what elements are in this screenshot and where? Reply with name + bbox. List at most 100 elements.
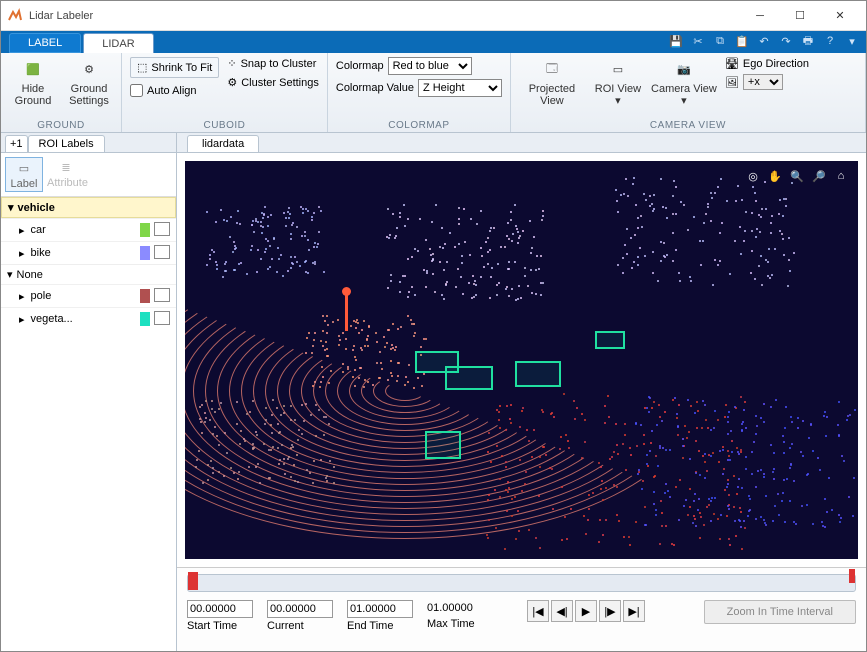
projected-view-button[interactable]: 🗔 Projected View [519,57,585,107]
save-icon[interactable]: 💾 [668,33,684,49]
add-label-tab[interactable]: +1 [5,135,28,152]
label-icon: ▭ [6,158,42,178]
time-slider[interactable] [187,574,856,592]
gear-icon: ⚙ [77,57,101,81]
cuboid-icon [156,224,170,236]
minimize-button[interactable]: ─ [740,2,780,30]
camera-icon: 📷 [672,57,696,81]
toolstrip: 🟩 Hide Ground ⚙ Ground Settings GROUND ⬚… [1,53,866,133]
max-time-label: Max Time [427,618,475,630]
zoom-out-icon[interactable]: 🔎 [810,167,828,185]
cuboid-icon [156,247,170,259]
label-tree: ▾ vehicle ▸ car ▸ bike ▾ None ▸ pole [1,197,176,651]
group-ground: 🟩 Hide Ground ⚙ Ground Settings GROUND [1,53,122,132]
expand-icon: ▸ [19,224,25,237]
label-item-car[interactable]: ▸ car [1,218,176,241]
colormap-value-label: Colormap Value [336,82,414,94]
matlab-icon [7,8,23,24]
step-forward-button[interactable]: |▶ [599,600,621,622]
titlebar: Lidar Labeler ─ ☐ ✕ [1,1,866,31]
roi-view-button[interactable]: ▭ ROI View ▾ [593,57,643,107]
group-colormap: Colormap Red to blue Colormap Value Z He… [328,53,511,132]
projected-view-icon: 🗔 [540,57,564,81]
window-title: Lidar Labeler [29,10,740,22]
chevron-down-icon: ▾ [681,95,687,107]
expand-icon: ▸ [19,313,25,326]
roi-view-icon: ▭ [606,57,630,81]
axes-icon: 🖼 [725,76,739,89]
viewer-panel: lidardata ◎ ✋ 🔍 🔎 ⌂ [177,133,866,651]
roi-labels-tab[interactable]: ROI Labels [28,135,105,152]
label-mode-button[interactable]: ▭ Label [5,157,43,192]
attribute-icon: ≣ [47,157,85,177]
camera-view-button[interactable]: 📷 Camera View ▾ [651,57,717,107]
ego-direction-label: 🛣 Ego Direction [725,57,809,70]
undo-icon[interactable]: ↶ [756,33,772,49]
slider-thumb[interactable] [188,572,198,590]
end-time-input[interactable] [347,600,413,618]
roi-labels-panel: +1 ROI Labels ▭ Label ≣ Attribute ▾ vehi… [1,133,177,651]
cluster-icon: ⁘ [227,57,236,70]
ego-icon: 🛣 [725,57,739,70]
copy-icon[interactable]: ⧉ [712,33,728,49]
tab-lidar[interactable]: LIDAR [83,33,153,53]
color-swatch [140,289,150,303]
point-cloud-view[interactable]: ◎ ✋ 🔍 🔎 ⌂ [185,161,858,559]
hide-ground-icon: 🟩 [21,57,45,81]
cut-icon[interactable]: ✂ [690,33,706,49]
start-time-input[interactable] [187,600,253,618]
end-time-label: End Time [347,620,393,632]
hide-ground-button[interactable]: 🟩 Hide Ground [9,57,57,107]
home-icon[interactable]: ⌂ [832,167,850,185]
group-camera-view: 🗔 Projected View ▭ ROI View ▾ 📷 Camera V… [511,53,866,132]
snap-to-cluster-button[interactable]: ⁘ Snap to Cluster [227,57,319,70]
ground-settings-button[interactable]: ⚙ Ground Settings [65,57,113,107]
quick-access-toolbar: 💾 ✂ ⧉ 📋 ↶ ↷ 🖶 ? ▾ [668,33,860,49]
label-item-vegetation[interactable]: ▸ vegeta... [1,307,176,330]
collapse-icon: ▾ [7,268,13,281]
current-time-input[interactable] [267,600,333,618]
expand-icon: ▸ [19,247,25,260]
colormap-value-select[interactable]: Z Height [418,79,502,97]
help-icon[interactable]: ? [822,33,838,49]
label-item-pole[interactable]: ▸ pole [1,284,176,307]
shrink-to-fit-button[interactable]: ⬚ Shrink To Fit [130,57,219,78]
orbit-icon[interactable]: ◎ [744,167,762,185]
max-time-value: 01.00000 [427,600,493,616]
viewer-tab[interactable]: lidardata [187,135,259,152]
collapse-icon: ▾ [8,201,14,214]
close-button[interactable]: ✕ [820,2,860,30]
menu-icon[interactable]: ▾ [844,33,860,49]
chevron-down-icon: ▾ [615,95,621,107]
timeline-panel: Start Time Current End Time 01.00000 Max… [177,567,866,651]
step-back-button[interactable]: ◀| [551,600,573,622]
attribute-mode-button[interactable]: ≣ Attribute [47,157,85,192]
color-swatch [140,312,150,326]
gear-icon: ⚙ [227,76,237,89]
expand-icon: ▸ [19,290,25,303]
ego-direction-select[interactable]: +x [743,74,783,90]
cluster-settings-button[interactable]: ⚙ Cluster Settings [227,76,319,89]
slider-end-flag[interactable] [849,569,855,583]
maximize-button[interactable]: ☐ [780,2,820,30]
color-swatch [140,246,150,260]
pan-icon[interactable]: ✋ [766,167,784,185]
label-item-bike[interactable]: ▸ bike [1,241,176,264]
shrink-icon: ⬚ [137,61,147,74]
goto-start-button[interactable]: |◀ [527,600,549,622]
colormap-select[interactable]: Red to blue [388,57,472,75]
print-icon[interactable]: 🖶 [800,33,816,49]
auto-align-checkbox[interactable]: Auto Align [130,84,219,97]
goto-end-button[interactable]: ▶| [623,600,645,622]
zoom-time-interval-button[interactable]: Zoom In Time Interval [704,600,856,624]
paste-icon[interactable]: 📋 [734,33,750,49]
color-swatch [140,223,150,237]
start-time-label: Start Time [187,620,237,632]
tab-label[interactable]: LABEL [9,33,81,53]
group-vehicle[interactable]: ▾ vehicle [1,197,176,218]
group-none[interactable]: ▾ None [1,264,176,284]
tab-strip: LABEL LIDAR 💾 ✂ ⧉ 📋 ↶ ↷ 🖶 ? ▾ [1,31,866,53]
play-button[interactable]: ▶ [575,600,597,622]
redo-icon[interactable]: ↷ [778,33,794,49]
colormap-label: Colormap [336,60,384,72]
